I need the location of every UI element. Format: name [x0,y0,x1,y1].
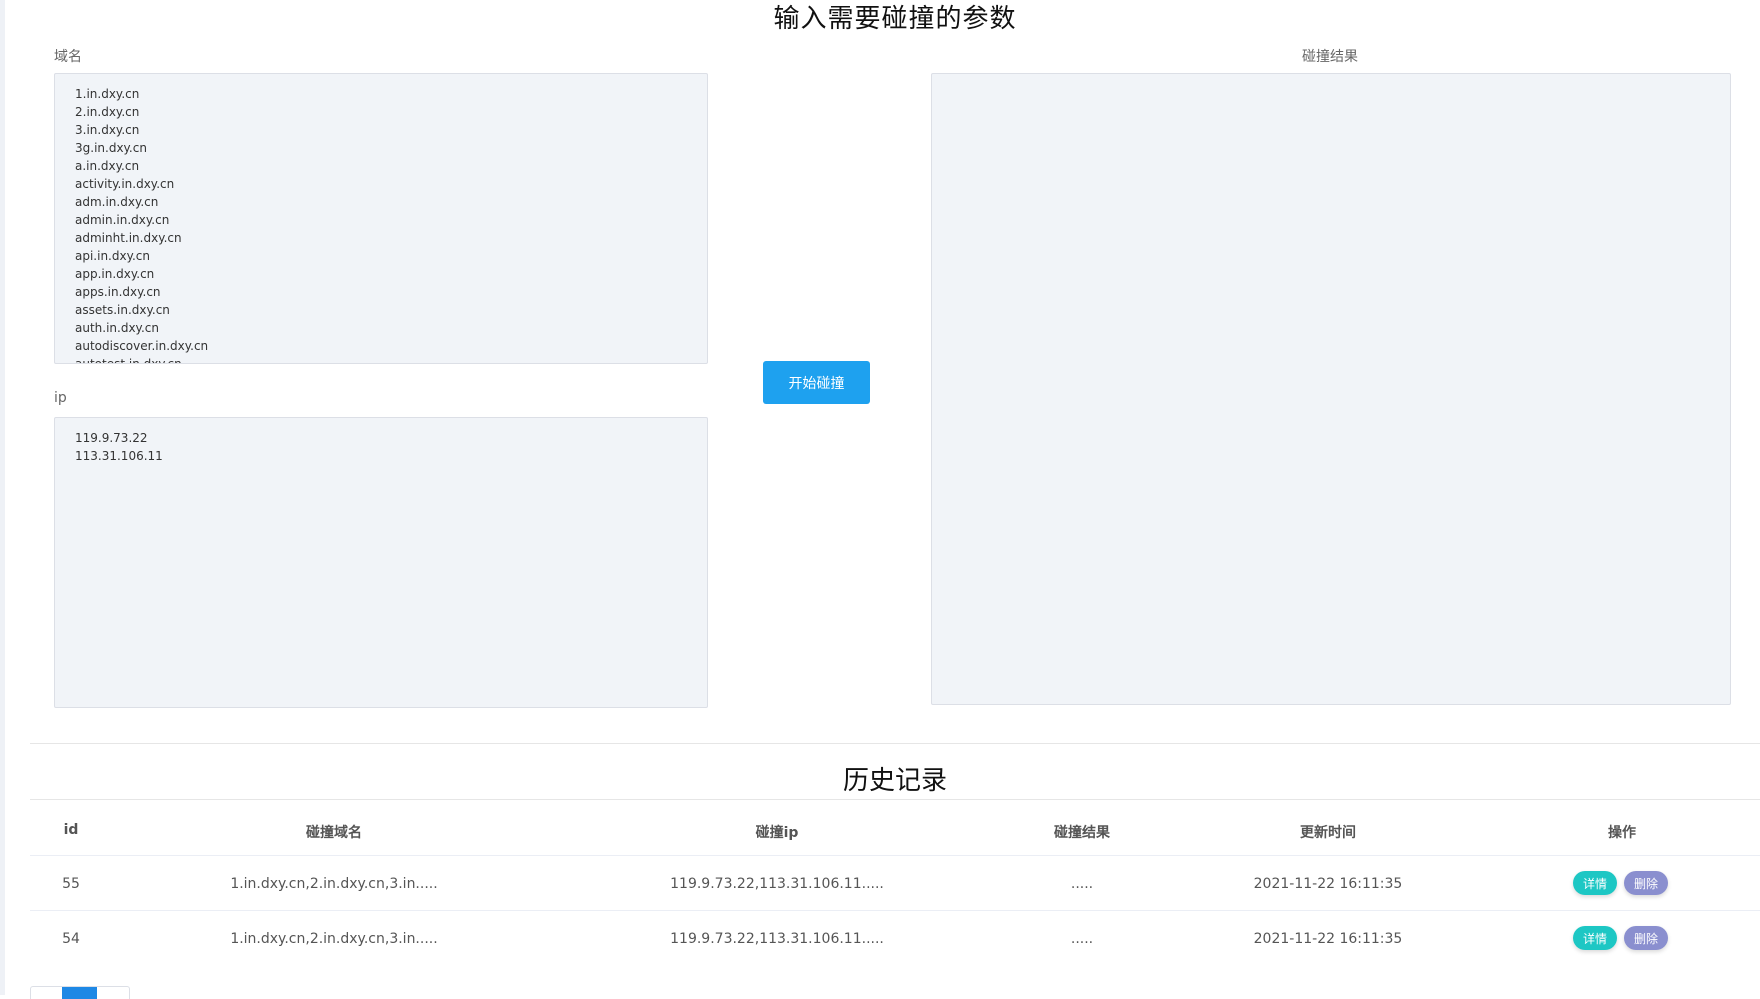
text-line: autodiscover.in.dxy.cn [75,339,209,353]
left-rail [0,0,5,995]
cell-time: 2021-11-22 16:11:35 [1253,876,1403,892]
domain-label: 域名 [54,49,82,65]
domain-textarea[interactable]: 1.in.dxy.cn 2.in.dxy.cn 3.in.dxy.cn 3g.in.d… [54,73,708,364]
col-header-domains: 碰撞域名 [306,825,362,841]
text-line: apps.in.dxy.cn [75,285,161,299]
text-line: 113.31.106.11 [75,449,163,463]
col-header-id: id [63,822,79,838]
col-header-ip: 碰撞ip [755,825,799,841]
text-line: app.in.dxy.cn [75,267,155,281]
cell-ips: 119.9.73.22,113.31.106.11..... [670,876,884,892]
cell-ips: 119.9.73.22,113.31.106.11..... [670,931,884,947]
col-header-time: 更新时间 [1300,825,1356,841]
text-line: 1.in.dxy.cn [75,87,140,101]
pagination [30,986,130,999]
section-divider [30,743,1760,744]
col-header-actions: 操作 [1608,825,1636,841]
text-line: 2.in.dxy.cn [75,105,140,119]
text-line: auth.in.dxy.cn [75,321,159,335]
text-line: 3.in.dxy.cn [75,123,140,137]
text-line: adm.in.dxy.cn [75,195,159,209]
table-row-divider [30,910,1760,911]
text-line: admin.in.dxy.cn [75,213,170,227]
page-title: 输入需要碰撞的参数 [773,4,1017,34]
result-label: 碰撞结果 [1302,49,1358,65]
ip-textarea[interactable]: 119.9.73.22 113.31.106.11 [54,417,708,708]
pagination-current-page[interactable] [62,987,97,999]
cell-domains: 1.in.dxy.cn,2.in.dxy.cn,3.in..... [230,876,438,892]
cell-time: 2021-11-22 16:11:35 [1253,931,1403,947]
text-line: a.in.dxy.cn [75,159,140,173]
text-line: 119.9.73.22 [75,431,148,445]
detail-button[interactable]: 详情 [1573,926,1617,950]
result-textarea[interactable] [931,73,1731,705]
delete-button[interactable]: 删除 [1624,871,1668,895]
text-line: api.in.dxy.cn [75,249,150,263]
cell-id: 54 [62,931,80,947]
text-line: adminht.in.dxy.cn [75,231,182,245]
start-collision-button[interactable]: 开始碰撞 [763,361,870,404]
text-line: 3g.in.dxy.cn [75,141,147,155]
cell-id: 55 [62,876,80,892]
col-header-result: 碰撞结果 [1054,825,1110,841]
table-row-divider [30,855,1760,856]
delete-button[interactable]: 删除 [1624,926,1668,950]
detail-button[interactable]: 详情 [1573,871,1617,895]
text-line: autotest.in.dxy.cn [75,357,182,364]
cell-domains: 1.in.dxy.cn,2.in.dxy.cn,3.in..... [230,931,438,947]
text-line: activity.in.dxy.cn [75,177,175,191]
cell-result: ..... [1070,931,1094,947]
table-top-border [30,799,1760,800]
cell-result: ..... [1070,876,1094,892]
ip-label: ip [54,390,67,406]
history-title: 历史记录 [842,766,947,796]
text-line: assets.in.dxy.cn [75,303,170,317]
